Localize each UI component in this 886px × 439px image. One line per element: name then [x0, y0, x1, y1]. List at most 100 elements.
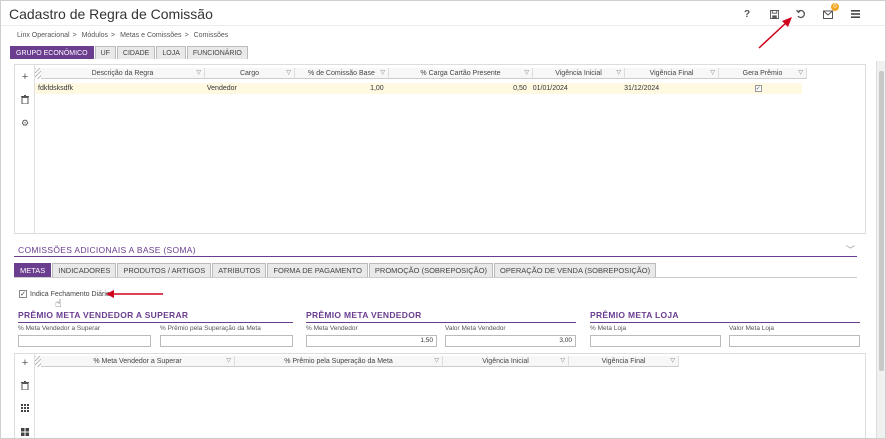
indica-fechamento-label: Indica Fechamento Diário [30, 290, 110, 298]
group-title: PRÊMIO META VENDEDOR A SUPERAR [18, 310, 189, 320]
column-header[interactable]: % Carga Cartão Presente ▽ [389, 68, 533, 79]
indica-fechamento-checkbox[interactable]: ✓ [19, 290, 27, 298]
tab-metas[interactable]: METAS [14, 263, 52, 277]
tab-indicadores[interactable]: INDICADORES [52, 263, 117, 277]
filter-icon: ▽ [196, 70, 201, 76]
tab-promocao[interactable]: PROMOÇÃO (SOBREPOSIÇÃO) [368, 263, 494, 277]
trash-icon[interactable] [19, 381, 31, 393]
section-title: COMISSÕES ADICIONAIS A BASE (SOMA) [18, 245, 196, 255]
app-window: Cadastro de Regra de Comissão ? 0 Linx O… [0, 0, 886, 439]
header-divider [1, 25, 885, 26]
tabs-divider [14, 277, 857, 278]
column-header[interactable]: Vigência Inicial ▽ [533, 68, 625, 79]
column-header[interactable]: Cargo ▽ [205, 68, 295, 79]
column-header[interactable]: Gera Prêmio ▽ [719, 68, 807, 79]
field-premio-superacao: % Prêmio pela Superação da Meta [160, 325, 293, 347]
filter-icon: ▽ [524, 70, 529, 76]
commission-tabs: METAS INDICADORES PRODUTOS / ARTIGOS ATR… [14, 263, 657, 277]
gera-premio-checkbox[interactable]: ✓ [754, 85, 762, 92]
notification-icon[interactable]: 0 [816, 3, 840, 21]
grid-header: Descrição da Regra ▽ Cargo ▽ % de Comissão… [35, 68, 865, 79]
tab-forma-pagamento[interactable]: FORMA DE PAGAMENTO [267, 263, 368, 277]
indica-fechamento-row[interactable]: ✓ Indica Fechamento Diário [19, 290, 110, 298]
breadcrumb: Linx Operacional > Módulos > Metas e Comis… [17, 32, 229, 39]
notification-badge: 0 [831, 3, 839, 11]
column-header[interactable]: % Meta Vendedor a Superar ▽ [41, 356, 235, 367]
meta-vendedor-input[interactable]: 1,50 [306, 335, 437, 347]
filter-icon: ▽ [286, 70, 291, 76]
field-valor-meta-vendedor: Valor Meta Vendedor 3,00 [445, 325, 576, 347]
cell-gera-premio[interactable]: ✓ [715, 83, 802, 94]
annotation-arrow-icon [106, 290, 163, 298]
table-row[interactable]: fdkfdsksdfk Vendedor 1,00 0,50 01/01/202… [35, 83, 802, 94]
cell-carga: 0,50 [513, 85, 527, 92]
premio-meta-loja: PRÊMIO META LOJA [590, 310, 860, 323]
grid-toolbar: + ⚙ [15, 65, 35, 233]
add-icon[interactable]: + [19, 71, 31, 83]
columns-icon[interactable] [19, 427, 31, 438]
rules-grid: + ⚙ Descrição da Regra ▽ Cargo ▽ % de Comi… [14, 64, 866, 234]
annotation-arrow-icon [758, 17, 792, 49]
chevron-down-icon[interactable]: ﹀ [846, 243, 855, 256]
breadcrumb-item[interactable]: Linx Operacional [17, 32, 70, 39]
breadcrumb-item[interactable]: Comissões [194, 32, 229, 39]
metas-grid: + % Meta Vendedor a Superar ▽ % Prêmio pe… [14, 353, 866, 438]
grid-toolbar: + [15, 354, 35, 438]
group-title: PRÊMIO META LOJA [590, 310, 679, 320]
trash-icon[interactable] [19, 95, 31, 107]
tab-grupo-economico[interactable]: GRUPO ECONÔMICO [10, 46, 94, 59]
tab-cidade[interactable]: CIDADE [116, 46, 156, 59]
cell-vigencia-inicial: 01/01/2024 [532, 85, 568, 92]
valor-meta-vendedor-input[interactable]: 3,00 [445, 335, 576, 347]
group-title: PRÊMIO META VENDEDOR [306, 310, 422, 320]
hand-cursor-icon: ☝ [55, 298, 62, 310]
cell-cargo: Vendedor [206, 85, 237, 92]
grid-header: % Meta Vendedor a Superar ▽ % Prêmio pela… [35, 356, 679, 367]
meta-loja-input[interactable] [590, 335, 721, 347]
tab-operacao-venda[interactable]: OPERAÇÃO DE VENDA (SOBREPOSIÇÃO) [494, 263, 657, 277]
add-icon[interactable]: + [19, 357, 31, 369]
meta-vendedor-superar-input[interactable] [18, 335, 151, 347]
top-toolbar: ? 0 [735, 3, 867, 21]
cell-comissao: 1,00 [370, 85, 384, 92]
grid-view-icon[interactable] [19, 403, 31, 415]
column-header[interactable]: Vigência Inicial ▽ [443, 356, 569, 367]
column-header[interactable]: Vigência Final ▽ [569, 356, 679, 367]
premio-meta-vendedor: PRÊMIO META VENDEDOR [306, 310, 576, 323]
filter-icon: ▽ [560, 358, 565, 364]
filter-icon: ▽ [798, 70, 803, 76]
premio-meta-vendedor-superar: PRÊMIO META VENDEDOR A SUPERAR [18, 310, 293, 323]
breadcrumb-item[interactable]: Módulos [82, 32, 108, 39]
settings-icon[interactable]: ⚙ [19, 117, 31, 129]
menu-icon[interactable] [843, 7, 867, 21]
tab-atributos[interactable]: ATRIBUTOS [212, 263, 267, 277]
filter-icon: ▽ [710, 70, 715, 76]
filter-icon: ▽ [670, 358, 675, 364]
breadcrumb-item[interactable]: Metas e Comissões [120, 32, 181, 39]
cell-descricao: fdkfdsksdfk [38, 85, 74, 92]
filter-icon: ▽ [434, 358, 439, 364]
valor-meta-loja-input[interactable] [729, 335, 860, 347]
tab-uf[interactable]: UF [94, 46, 116, 59]
column-header[interactable]: % Prêmio pela Superação da Meta ▽ [235, 356, 443, 367]
premio-superacao-input[interactable] [160, 335, 293, 347]
field-meta-vendedor-superar: % Meta Vendedor a Superar [18, 325, 151, 347]
scrollbar-thumb[interactable] [879, 71, 884, 371]
tab-loja[interactable]: LOJA [156, 46, 186, 59]
field-meta-loja: % Meta Loja [590, 325, 721, 347]
filter-icon: ▽ [226, 358, 231, 364]
field-meta-vendedor: % Meta Vendedor 1,50 [306, 325, 437, 347]
column-header[interactable]: Descrição da Regra ▽ [41, 68, 205, 79]
section-divider [14, 256, 857, 257]
tab-funcionario[interactable]: FUNCIONÁRIO [186, 46, 248, 59]
page-scrollbar[interactable] [876, 61, 885, 438]
tab-produtos-artigos[interactable]: PRODUTOS / ARTIGOS [117, 263, 212, 277]
scope-tabs: GRUPO ECONÔMICO UF CIDADE LOJA FUNCIONÁR… [10, 46, 249, 59]
filter-icon: ▽ [616, 70, 621, 76]
page-title: Cadastro de Regra de Comissão [9, 6, 213, 22]
column-header[interactable]: Vigência Final ▽ [625, 68, 719, 79]
field-valor-meta-loja: Valor Meta Loja [729, 325, 860, 347]
cell-vigencia-final: 31/12/2024 [624, 85, 660, 92]
filter-icon: ▽ [380, 70, 385, 76]
column-header[interactable]: % de Comissão Base ▽ [295, 68, 389, 79]
